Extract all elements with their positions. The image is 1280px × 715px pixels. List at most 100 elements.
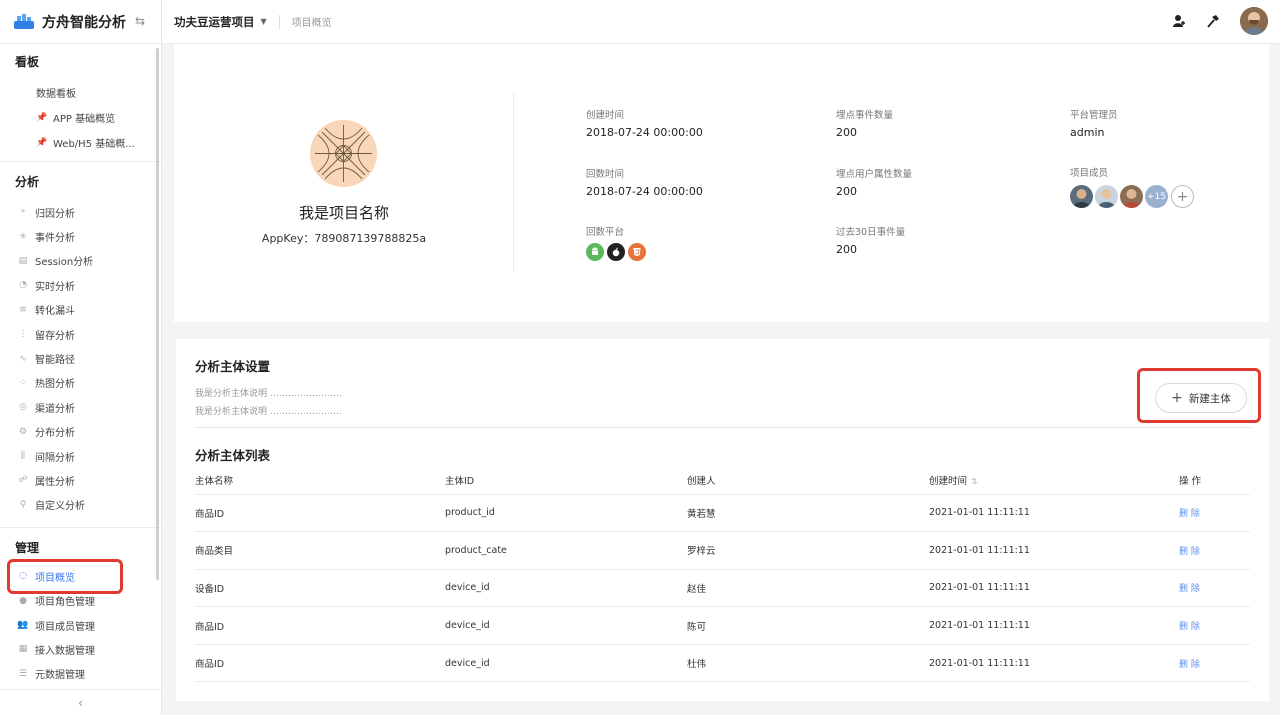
- column-header-label: 创建时间: [929, 476, 968, 488]
- delete-link[interactable]: 删 除: [1179, 547, 1200, 557]
- caret-down-icon[interactable]: ▼: [261, 17, 267, 26]
- chevron-left-icon[interactable]: ‹: [0, 689, 161, 715]
- cell-creator: 陈可: [687, 606, 929, 645]
- delete-link[interactable]: 删 除: [1179, 584, 1200, 594]
- hammer-icon[interactable]: [1206, 14, 1220, 28]
- section-title-analysis: 分析: [15, 175, 40, 189]
- cell-name: 商品ID: [195, 606, 445, 645]
- sidebar-item-data-access[interactable]: ▦ 接入数据管理: [0, 637, 161, 661]
- sidebar-item-label: 元数据管理: [35, 670, 85, 682]
- project-selector[interactable]: 功夫豆运营项目: [174, 14, 255, 30]
- add-member-icon[interactable]: +: [1171, 185, 1194, 208]
- sidebar-item-heatmap[interactable]: ⁘ 热图分析: [0, 371, 161, 395]
- member-list: +15 +: [1070, 185, 1194, 208]
- user-avatar[interactable]: [1240, 7, 1268, 35]
- sidebar-scrollbar[interactable]: [156, 48, 159, 580]
- sort-icon[interactable]: ⇅: [971, 477, 978, 486]
- sidebar-item-label: APP 基础概览: [53, 114, 116, 125]
- sidebar-item-label: 接入数据管理: [35, 645, 95, 657]
- stat-value: 2018-07-24 00:00:00: [586, 126, 703, 139]
- apple-icon: [607, 243, 625, 261]
- delete-link[interactable]: 删 除: [1179, 660, 1200, 670]
- sidebar-item-funnel[interactable]: ≡ 转化漏斗: [0, 298, 161, 322]
- session-icon: ▤: [18, 255, 28, 266]
- table-row: 商品ID device_id 杜伟 2021-01-01 11:11:11 删 …: [195, 644, 1250, 683]
- sidebar-item-member-manage[interactable]: 👥 项目成员管理: [0, 613, 161, 637]
- stat-backfill: 回数时间 2018-07-24 00:00:00: [586, 166, 703, 198]
- brand-name: 方舟智能分析: [42, 14, 126, 31]
- sidebar-item-label: 转化漏斗: [35, 306, 75, 318]
- add-user-icon[interactable]: [1172, 14, 1186, 28]
- top-icons: [1172, 7, 1268, 35]
- member-avatar[interactable]: [1070, 185, 1093, 208]
- sidebar-item-label: 事件分析: [35, 233, 75, 245]
- heatmap-icon: ⁘: [19, 377, 27, 388]
- sidebar-item-distribution[interactable]: ⚙ 分布分析: [0, 420, 161, 444]
- attribute-icon: ☍: [18, 475, 28, 486]
- stat-label: 回数平台: [586, 227, 625, 238]
- sidebar-item-data-board[interactable]: 数据看板: [0, 80, 161, 105]
- stat-value: 2018-07-24 00:00:00: [586, 185, 703, 198]
- section-title-manage: 管理: [15, 541, 40, 556]
- highlight-box: [1137, 368, 1261, 423]
- sidebar-item-label: 智能路径: [35, 355, 75, 367]
- stat-value: 200: [836, 126, 857, 139]
- cell-name: 商品ID: [195, 494, 445, 533]
- column-header: 主体ID: [445, 467, 687, 495]
- stat-members: 项目成员 +15 +: [1070, 165, 1194, 208]
- cell-time: 2021-01-01 11:11:11: [929, 606, 1179, 645]
- cell-creator: 赵佳: [687, 569, 929, 608]
- stat-value: admin: [1070, 126, 1105, 139]
- member-avatar[interactable]: [1095, 185, 1118, 208]
- database-icon: ▦: [18, 644, 28, 655]
- attribution-icon: ⚬: [19, 207, 27, 218]
- html5-icon: [628, 243, 646, 261]
- sidebar-item-web-overview[interactable]: 📌 Web/H5 基础概...: [0, 130, 161, 155]
- delete-link[interactable]: 删 除: [1179, 622, 1200, 632]
- sidebar-item-channel[interactable]: ◎ 渠道分析: [0, 395, 161, 419]
- project-title: 我是项目名称: [298, 204, 389, 222]
- cell-id: product_id: [445, 494, 687, 533]
- stat-platform: 回数平台: [586, 224, 649, 261]
- stat-events30: 过去30日事件量 200: [836, 224, 905, 256]
- sidebar-item-label: 留存分析: [35, 330, 75, 342]
- member-more-badge[interactable]: +15: [1145, 185, 1168, 208]
- sidebar-item-event[interactable]: ✳ 事件分析: [0, 224, 161, 248]
- stat-user-attr: 埋点用户属性数量 200: [836, 166, 912, 198]
- divider: [0, 527, 161, 529]
- role-icon: ●: [19, 595, 27, 606]
- sidebar-item-attribution[interactable]: ⚬ 归因分析: [0, 200, 161, 224]
- cell-name: 设备ID: [195, 569, 445, 608]
- sidebar-item-label: 分布分析: [35, 428, 75, 440]
- pin-icon: 📌: [36, 112, 48, 123]
- sidebar-item-label: Web/H5 基础概...: [53, 139, 135, 150]
- sidebar-item-metadata[interactable]: ☰ 元数据管理: [0, 662, 161, 686]
- subject-desc: 我是分析主体说明 ……………………: [195, 407, 342, 417]
- stat-event-count: 埋点事件数量 200: [836, 107, 893, 139]
- metadata-icon: ☰: [18, 668, 28, 679]
- topbar: 功夫豆运营项目 ▼ 项目概览: [162, 0, 1280, 44]
- column-header: 创建人: [687, 467, 929, 495]
- sidebar-item-interval[interactable]: ⫼ 间隔分析: [0, 444, 161, 468]
- swap-icon[interactable]: ⇆: [135, 14, 145, 28]
- sidebar-item-retention[interactable]: ⋮ 留存分析: [0, 322, 161, 346]
- divider: [0, 161, 161, 162]
- sidebar-item-label: Session分析: [35, 257, 94, 269]
- subject-desc: 我是分析主体说明 ……………………: [195, 389, 342, 399]
- member-avatar[interactable]: [1120, 185, 1143, 208]
- sidebar-item-path[interactable]: ∿ 智能路径: [0, 346, 161, 370]
- sidebar-item-custom[interactable]: ⚲ 自定义分析: [0, 493, 161, 517]
- sidebar-item-label: 间隔分析: [35, 452, 75, 464]
- subject-table: 主体名称 主体ID 创建人 创建时间 ⇅ 操 作 商品ID product_id …: [195, 467, 1250, 683]
- delete-link[interactable]: 删 除: [1179, 509, 1200, 519]
- breadcrumb: 项目概览: [291, 18, 332, 29]
- sidebar-item-app-overview[interactable]: 📌 APP 基础概览: [0, 105, 161, 130]
- column-header: 操 作: [1179, 467, 1250, 495]
- sidebar-item-attribute[interactable]: ☍ 属性分析: [0, 468, 161, 492]
- sidebar-item-realtime[interactable]: ◔ 实时分析: [0, 273, 161, 297]
- section-title-board: 看板: [15, 55, 40, 69]
- column-header-sortable[interactable]: 创建时间 ⇅: [929, 467, 1179, 495]
- platform-icons: [586, 243, 649, 261]
- cell-time: 2021-01-01 11:11:11: [929, 531, 1179, 570]
- sidebar-item-session[interactable]: ▤ Session分析: [0, 249, 161, 273]
